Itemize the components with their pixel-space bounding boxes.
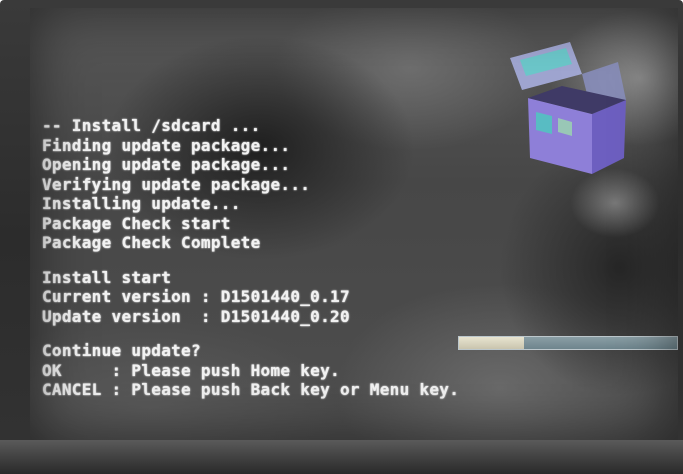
monitor-frame: -- Install /sdcard ... Finding update pac… xyxy=(0,0,683,474)
console-line: Package Check start xyxy=(42,213,231,233)
update-progress-bar xyxy=(458,336,678,350)
current-version-line: Current version : D1501440_0.17 xyxy=(42,287,350,306)
monitor-bezel-bottom xyxy=(0,440,683,474)
recovery-console-log: -- Install /sdcard ... Finding update pac… xyxy=(42,116,642,400)
cancel-option-line: CANCEL : Please push Back key or Menu ke… xyxy=(42,380,460,399)
console-line: Finding update package... xyxy=(42,135,291,155)
console-line: -- Install /sdcard ... xyxy=(42,116,261,135)
console-line: Package Check Complete xyxy=(42,233,261,252)
ok-option-line: OK : Please push Home key. xyxy=(42,360,340,380)
update-version-line: Update version : D1501440_0.20 xyxy=(42,306,350,326)
console-line: Opening update package... xyxy=(42,155,291,174)
recovery-screen: -- Install /sdcard ... Finding update pac… xyxy=(30,8,678,442)
console-line: Install start xyxy=(42,267,172,287)
progress-fill xyxy=(459,337,525,349)
console-line: Installing update... xyxy=(42,194,241,213)
console-line: Verifying update package... xyxy=(42,174,311,194)
